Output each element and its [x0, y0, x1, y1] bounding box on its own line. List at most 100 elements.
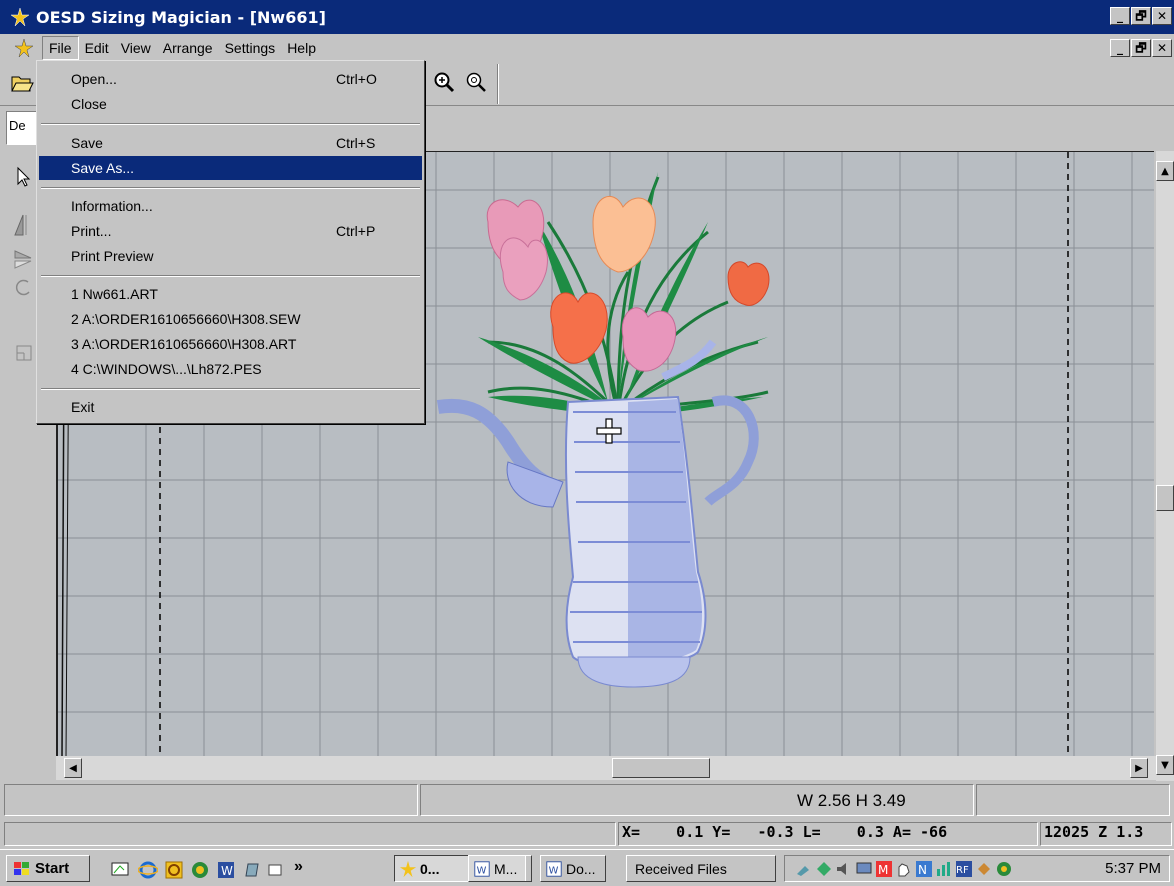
- volume-icon[interactable]: [835, 860, 853, 878]
- calendar-icon[interactable]: [164, 860, 184, 880]
- arrows-app-icon[interactable]: [975, 860, 993, 878]
- svg-text:W: W: [477, 865, 487, 876]
- embroidery-design[interactable]: [428, 162, 788, 702]
- zoom-out-icon: [466, 72, 486, 92]
- zoom-out-button[interactable]: [462, 68, 490, 96]
- task-received-files[interactable]: Received Files: [626, 855, 776, 882]
- open-folder-button[interactable]: [8, 69, 36, 97]
- mirror-icon: [14, 214, 27, 236]
- recent-file-label: 1 Nw661.ART: [71, 286, 158, 302]
- menu-close[interactable]: Close: [39, 92, 422, 116]
- menu-exit[interactable]: Exit: [39, 395, 422, 419]
- tray-network-icon[interactable]: [815, 860, 833, 878]
- tray-tool-icon[interactable]: [795, 860, 813, 878]
- menu-information[interactable]: Information...: [39, 194, 422, 218]
- m-app-icon[interactable]: M: [875, 860, 893, 878]
- scroll-down-arrow[interactable]: ▼: [1156, 755, 1174, 775]
- menu-recent-2[interactable]: 2 A:\ORDER1610656660\H308.SEW: [39, 307, 422, 331]
- design-size-readout: W 2.56 H 3.49: [797, 791, 906, 810]
- doc-close-button[interactable]: ✕: [1152, 39, 1172, 57]
- menu-recent-3[interactable]: 3 A:\ORDER1610656660\H308.ART: [39, 332, 422, 356]
- menu-separator: [41, 123, 420, 125]
- task-label: 0...: [420, 860, 440, 877]
- rf-app-icon[interactable]: RF: [955, 860, 973, 878]
- task-label: Received Files: [635, 860, 727, 877]
- vertical-scroll-thumb[interactable]: [1156, 485, 1174, 511]
- window-title: OESD Sizing Magician - [Nw661]: [36, 7, 326, 27]
- menu-view[interactable]: View: [115, 37, 157, 59]
- menu-save[interactable]: Save Ctrl+S: [39, 131, 422, 155]
- close-button[interactable]: ✕: [1152, 7, 1172, 25]
- doc-minimize-button[interactable]: _: [1110, 39, 1130, 57]
- zoom-in-button[interactable]: [430, 68, 458, 96]
- hand-icon[interactable]: [895, 860, 913, 878]
- doc-restore-button[interactable]: 🗗: [1131, 39, 1151, 57]
- menu-print-preview-label: Print Preview: [71, 248, 154, 264]
- status-panel-1: [4, 784, 418, 816]
- app-icon: [10, 7, 30, 27]
- status-bar-top: W 2.56 H 3.49: [0, 781, 1174, 819]
- menu-file[interactable]: File: [42, 36, 79, 60]
- maximize-button[interactable]: 🗗: [1131, 7, 1151, 25]
- menu-open[interactable]: Open... Ctrl+O: [39, 67, 422, 91]
- flower-app-icon[interactable]: [995, 860, 1013, 878]
- scroll-up-arrow[interactable]: ▲: [1156, 161, 1174, 181]
- task-word-2[interactable]: W Do...: [540, 855, 606, 882]
- svg-text:RF: RF: [956, 865, 969, 876]
- menu-information-label: Information...: [71, 198, 153, 214]
- window-switch-icon[interactable]: [266, 860, 286, 880]
- svg-text:N: N: [918, 863, 927, 877]
- resize-box-icon: [16, 345, 32, 361]
- menu-separator: [41, 388, 420, 390]
- flip-icon: [14, 250, 32, 269]
- word-icon[interactable]: W: [216, 860, 236, 880]
- menu-save-label: Save: [71, 135, 103, 151]
- app-star-icon: [399, 860, 417, 877]
- menu-print-shortcut: Ctrl+P: [336, 223, 376, 239]
- start-label: Start: [35, 860, 70, 877]
- menu-print[interactable]: Print... Ctrl+P: [39, 219, 422, 243]
- mirror-tool[interactable]: [10, 211, 38, 239]
- svg-text:W: W: [549, 865, 559, 876]
- vertical-scrollbar[interactable]: ▲ ▼: [1156, 151, 1174, 781]
- n-app-icon[interactable]: N: [915, 860, 933, 878]
- chart-app-icon[interactable]: [935, 860, 953, 878]
- resize-tool[interactable]: [10, 339, 38, 367]
- menu-help[interactable]: Help: [281, 37, 322, 59]
- mode-selector[interactable]: De: [6, 111, 38, 145]
- recent-file-label: 2 A:\ORDER1610656660\H308.SEW: [71, 311, 301, 327]
- menu-arrange[interactable]: Arrange: [157, 37, 219, 59]
- menu-separator: [41, 187, 420, 189]
- select-arrow-tool[interactable]: [10, 163, 38, 191]
- toolbar-separator: [497, 64, 499, 104]
- minimize-button[interactable]: _: [1110, 7, 1130, 25]
- menu-print-preview[interactable]: Print Preview: [39, 244, 422, 268]
- system-tray: M N RF 5:37 PM: [784, 855, 1170, 882]
- media-icon[interactable]: [190, 860, 210, 880]
- svg-text:W: W: [221, 864, 233, 878]
- clock: 5:37 PM: [1105, 860, 1161, 877]
- flip-tool[interactable]: [10, 245, 38, 273]
- open-folder-icon: [11, 76, 34, 92]
- menu-save-as[interactable]: Save As...: [39, 156, 422, 180]
- notes-icon[interactable]: [242, 860, 262, 880]
- menu-close-label: Close: [71, 96, 107, 112]
- word-doc-icon: W: [474, 860, 490, 877]
- menu-recent-4[interactable]: 4 C:\WINDOWS\...\Lh872.PES: [39, 357, 422, 381]
- scroll-left-arrow[interactable]: ◀: [64, 758, 82, 778]
- monitor-icon[interactable]: [855, 860, 873, 878]
- taskbar: Start W » 0... W M... W Do... Received F…: [0, 849, 1174, 886]
- task-word-1[interactable]: W M...: [468, 855, 532, 882]
- desktop-icon[interactable]: [110, 860, 130, 880]
- horizontal-scrollbar[interactable]: ◀ ▶: [56, 756, 1156, 780]
- menu-edit[interactable]: Edit: [79, 37, 115, 59]
- internet-explorer-icon[interactable]: [138, 860, 158, 880]
- scroll-right-arrow[interactable]: ▶: [1130, 758, 1148, 778]
- menu-settings[interactable]: Settings: [219, 37, 282, 59]
- start-button[interactable]: Start: [6, 855, 90, 882]
- horizontal-scroll-thumb[interactable]: [612, 758, 710, 778]
- rotate-tool[interactable]: [10, 273, 38, 301]
- quick-launch-more[interactable]: »: [294, 858, 303, 876]
- menu-recent-1[interactable]: 1 Nw661.ART: [39, 282, 422, 306]
- recent-file-label: 4 C:\WINDOWS\...\Lh872.PES: [71, 361, 262, 377]
